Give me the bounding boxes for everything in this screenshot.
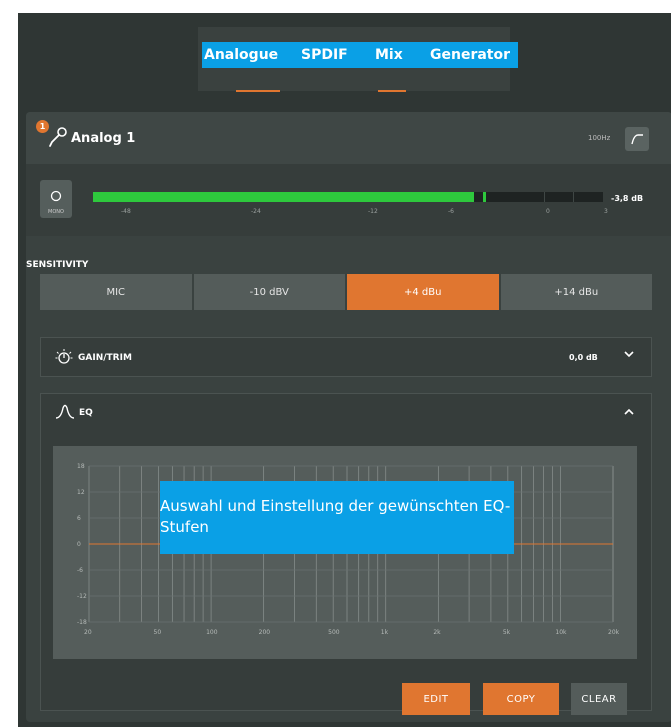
channel-header: 1 Analog 1 100Hz — [26, 112, 671, 164]
eq-y-tick-label: 18 — [77, 463, 85, 470]
eq-y-tick-label: 0 — [77, 541, 81, 548]
eq-curve-icon — [55, 404, 75, 424]
mono-button[interactable]: MONO — [40, 180, 72, 218]
meter-scale-label: -24 — [251, 208, 261, 215]
channel-title: Analog 1 — [71, 131, 136, 146]
sensitivity-minus10dbv[interactable]: -10 dBV — [193, 274, 345, 310]
channel-panel: 1 Analog 1 100Hz MONO -48 -24 -12 -6 0 3… — [26, 112, 671, 722]
eq-y-tick-label: 6 — [77, 515, 81, 522]
tab-mix-indicator — [378, 90, 406, 92]
eq-x-tick-label: 10k — [555, 629, 567, 636]
app-window: Analogue SPDIF Mix Generator 1 Analog 1 … — [18, 13, 671, 727]
eq-x-tick-label: 20k — [608, 629, 620, 636]
eq-x-tick-label: 200 — [259, 629, 271, 636]
copy-button[interactable]: COPY — [483, 683, 559, 715]
highpass-frequency: 100Hz — [588, 134, 611, 142]
knob-icon — [55, 348, 73, 370]
meter-scale-label: -6 — [448, 208, 454, 215]
mono-label: MONO — [48, 209, 64, 215]
gain-trim-value: 0,0 dB — [569, 353, 598, 362]
level-meter-fill — [93, 192, 475, 202]
highpass-icon — [625, 134, 649, 155]
eq-x-tick-label: 50 — [154, 629, 162, 636]
eq-x-tick-label: 2k — [433, 629, 441, 636]
chevron-down-icon[interactable] — [623, 348, 635, 364]
tab-analogue[interactable]: Analogue — [204, 47, 278, 63]
eq-y-tick-label: 12 — [77, 489, 85, 496]
sensitivity-plus14dbu[interactable]: +14 dBu — [500, 274, 652, 310]
microphone-icon — [48, 126, 68, 152]
eq-label: EQ — [79, 408, 93, 418]
eq-x-tick-label: 5k — [503, 629, 511, 636]
eq-x-tick-label: 1k — [381, 629, 389, 636]
tab-highlight: Analogue SPDIF Mix Generator — [202, 42, 518, 68]
eq-y-tick-label: -12 — [77, 593, 87, 600]
tab-mix[interactable]: Mix — [375, 47, 403, 63]
meter-readout: -3,8 dB — [611, 194, 644, 203]
tab-generator[interactable]: Generator — [430, 47, 510, 63]
sensitivity-mic[interactable]: MIC — [40, 274, 192, 310]
level-meter — [93, 192, 603, 202]
meter-scale-label: 3 — [604, 208, 608, 215]
tab-bar: Analogue SPDIF Mix Generator — [198, 27, 518, 92]
level-meter-peak — [482, 192, 486, 202]
highpass-filter-button[interactable] — [625, 127, 649, 151]
tab-spdif[interactable]: SPDIF — [301, 47, 348, 63]
sensitivity-selector: MIC -10 dBV +4 dBu +14 dBu — [40, 274, 652, 310]
edit-button[interactable]: EDIT — [402, 683, 470, 715]
eq-annotation: Auswahl und Einstellung der gewünschten … — [160, 481, 514, 554]
tab-analogue-indicator — [236, 90, 280, 92]
eq-y-tick-label: -18 — [77, 619, 87, 626]
eq-y-tick-label: -6 — [77, 567, 83, 574]
eq-x-tick-label: 20 — [84, 629, 92, 636]
meter-scale-label: 0 — [546, 208, 550, 215]
sensitivity-plus4dbu[interactable]: +4 dBu — [347, 274, 499, 310]
chevron-up-icon[interactable] — [623, 406, 635, 422]
meter-divider — [573, 192, 574, 202]
circle-icon — [50, 187, 62, 206]
gain-trim-label: GAIN/TRIM — [78, 353, 132, 363]
level-meter-row: MONO -48 -24 -12 -6 0 3 -3,8 dB — [26, 164, 671, 236]
meter-scale-label: -48 — [121, 208, 131, 215]
sensitivity-heading: SENSITIVITY — [26, 260, 89, 270]
eq-x-tick-label: 100 — [206, 629, 218, 636]
eq-x-tick-label: 500 — [328, 629, 340, 636]
gain-trim-section[interactable]: GAIN/TRIM 0,0 dB — [40, 337, 652, 377]
clear-button[interactable]: CLEAR — [571, 683, 627, 715]
meter-divider — [544, 192, 545, 202]
meter-scale-label: -12 — [368, 208, 378, 215]
